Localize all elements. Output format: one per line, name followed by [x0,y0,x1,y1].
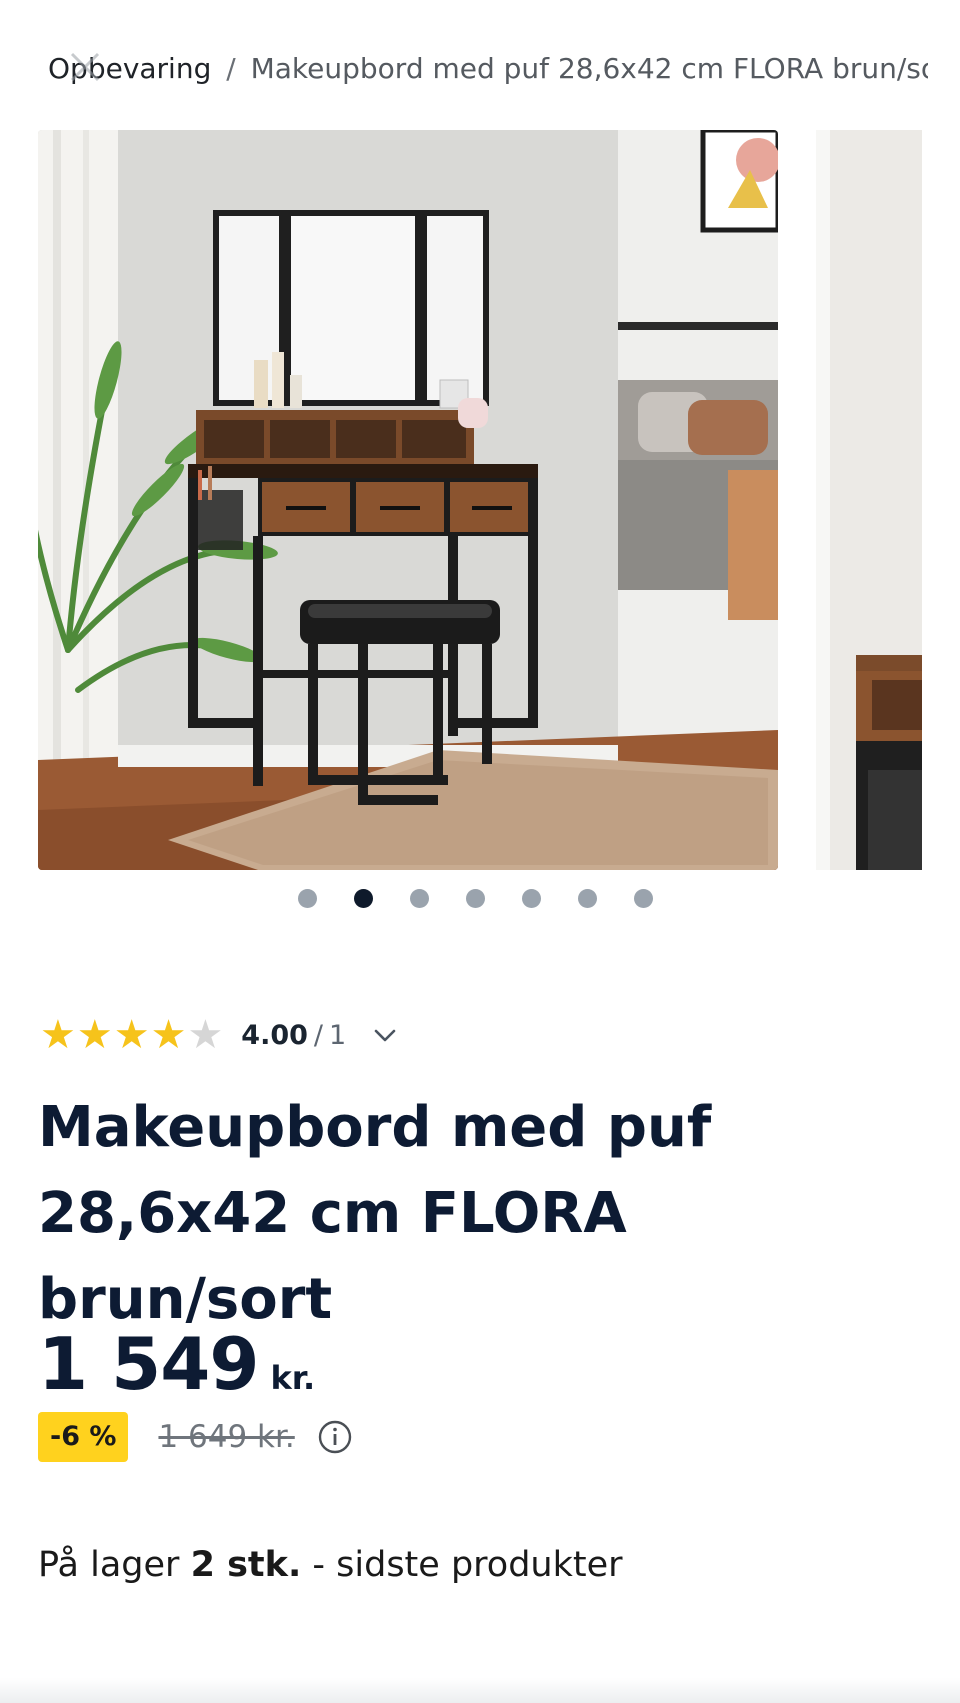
star-filled-icon: ★ [113,1012,150,1058]
carousel-dot-5[interactable] [522,889,541,908]
star-empty-icon: ★ [187,1012,224,1058]
breadcrumb-separator: / [226,52,236,85]
price-amount: 1 549 [38,1322,259,1406]
old-price: 1 649 kr. [158,1419,295,1455]
star-filled-icon: ★ [150,1012,187,1058]
discount-badge: -6 % [38,1412,129,1462]
breadcrumb-current: Makeupbord med puf 28,6x42 cm FLORA brun… [250,52,928,85]
vanity-table-photo [38,130,778,870]
carousel-dots [298,889,653,909]
bottom-bar-shadow [0,1678,960,1703]
rating-summary[interactable]: ★ ★ ★ ★ ★ 4.00 / 1 [40,1012,398,1058]
rating-separator: / [313,1019,324,1051]
next-product-photo [816,130,922,870]
info-icon[interactable] [317,1419,353,1455]
product-image-gallery[interactable] [38,130,922,870]
stock-quantity: 2 stk. [190,1545,302,1585]
chevron-down-icon[interactable] [372,1022,398,1048]
stock-status: På lager 2 stk. - sidste produkter [38,1545,623,1585]
close-icon[interactable] [64,46,106,88]
price-currency: kr. [270,1359,316,1397]
rating-stars: ★ ★ ★ ★ ★ [40,1015,223,1055]
breadcrumb: Opbevaring / Makeupbord med puf 28,6x42 … [48,52,928,85]
price-block: 1 549 kr. [38,1326,315,1402]
product-image-next[interactable] [816,130,922,870]
rating-count: 1 [329,1019,347,1051]
product-title: Makeupbord med puf 28,6x42 cm FLORA brun… [38,1095,712,1332]
stock-prefix: På lager [38,1545,180,1585]
discount-row: -6 % 1 649 kr. [38,1412,353,1462]
rating-value: 4.00 [241,1019,308,1051]
carousel-dot-4[interactable] [466,889,485,908]
product-image-main[interactable] [38,130,778,870]
carousel-dot-3[interactable] [410,889,429,908]
carousel-dot-2-active[interactable] [354,889,373,908]
carousel-dot-1[interactable] [298,889,317,908]
stock-suffix: - sidste produkter [312,1545,623,1585]
star-filled-icon: ★ [40,1012,76,1058]
carousel-dot-6[interactable] [578,889,597,908]
carousel-dot-7[interactable] [634,889,653,908]
star-filled-icon: ★ [76,1012,113,1058]
